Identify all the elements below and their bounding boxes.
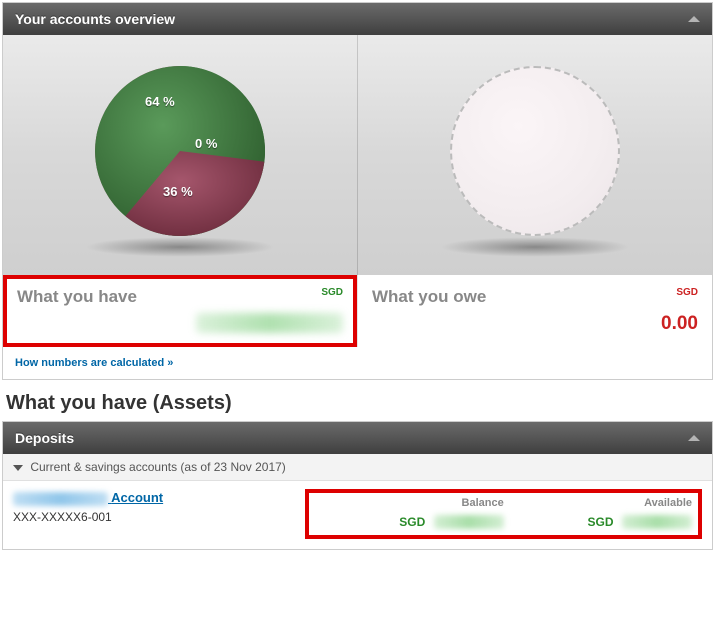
how-calculated-link[interactable]: How numbers are calculated » xyxy=(3,347,185,379)
summary-row: What you have SGD What you owe SGD 0.00 xyxy=(3,275,712,347)
account-link-suffix: Account xyxy=(111,490,163,505)
collapse-icon[interactable] xyxy=(688,16,700,22)
account-row: Account XXX-XXXXX6-001 Balance SGD Avail… xyxy=(3,481,712,549)
available-column: Available SGD xyxy=(504,497,692,531)
chart-row: 64 % 0 % 36 % xyxy=(3,35,712,275)
subheader-label: Current & savings accounts (as of 23 Nov… xyxy=(30,460,285,474)
pie-slice-label-2: 0 % xyxy=(195,136,217,151)
chart-shadow xyxy=(85,237,275,257)
deposits-header: Deposits xyxy=(3,422,712,454)
owe-chart-cell xyxy=(357,35,712,275)
have-chart-cell: 64 % 0 % 36 % xyxy=(3,35,357,275)
account-number: XXX-XXXXX6-001 xyxy=(13,510,295,524)
owe-label: What you owe xyxy=(372,287,486,306)
pie-slice-label-0: 64 % xyxy=(145,94,175,109)
deposits-subheader[interactable]: Current & savings accounts (as of 23 Nov… xyxy=(3,454,712,481)
what-you-have-summary: What you have SGD xyxy=(3,275,357,347)
balance-currency: SGD xyxy=(399,515,425,529)
owe-amount: 0.00 xyxy=(372,313,698,335)
available-currency: SGD xyxy=(588,515,614,529)
pie-slice-label-1: 36 % xyxy=(163,184,193,199)
collapse-icon[interactable] xyxy=(688,435,700,441)
balance-column: Balance SGD xyxy=(315,497,503,531)
what-you-owe-summary: What you owe SGD 0.00 xyxy=(357,275,712,347)
balance-label: Balance xyxy=(315,497,503,509)
have-currency: SGD xyxy=(321,287,343,298)
overview-title: Your accounts overview xyxy=(15,11,175,27)
have-amount-redacted xyxy=(196,313,343,333)
account-balances-highlight: Balance SGD Available SGD xyxy=(305,489,702,539)
balance-amount-redacted xyxy=(434,515,504,529)
owe-empty-chart xyxy=(450,66,620,236)
have-label: What you have xyxy=(17,287,137,306)
overview-header: Your accounts overview xyxy=(3,3,712,35)
available-label: Available xyxy=(504,497,692,509)
chart-shadow xyxy=(440,237,630,257)
accounts-overview-panel: Your accounts overview xyxy=(2,2,713,380)
available-amount-redacted xyxy=(622,515,692,529)
owe-currency: SGD xyxy=(676,287,698,298)
have-pie-chart: 64 % 0 % 36 % xyxy=(95,66,265,236)
deposits-panel: Deposits Current & savings accounts (as … xyxy=(2,421,713,550)
account-link[interactable]: Account xyxy=(13,490,163,505)
assets-heading: What you have (Assets) xyxy=(6,392,713,415)
deposits-title: Deposits xyxy=(15,430,74,446)
chevron-down-icon xyxy=(13,465,23,471)
account-name-redacted xyxy=(13,492,108,506)
account-info: Account XXX-XXXXX6-001 xyxy=(13,489,295,524)
